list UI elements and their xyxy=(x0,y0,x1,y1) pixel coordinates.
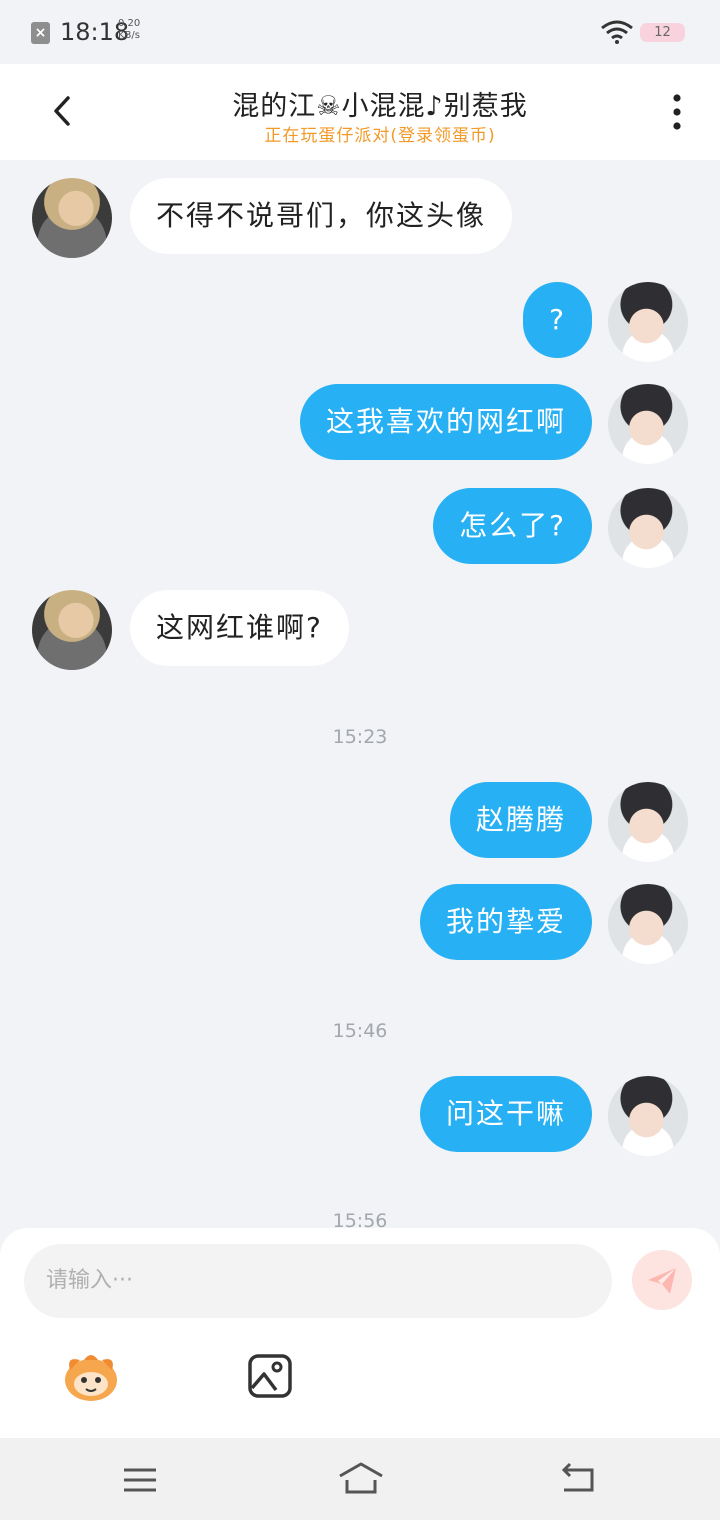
my-avatar[interactable] xyxy=(608,488,688,568)
emoji-sticker-icon[interactable] xyxy=(60,1348,122,1404)
message-bubble-outgoing[interactable]: 这我喜欢的网红啊 xyxy=(299,384,592,460)
my-avatar[interactable] xyxy=(608,1076,688,1156)
menu-icon[interactable] xyxy=(120,1462,160,1498)
no-sim-icon: × xyxy=(31,22,50,44)
my-avatar[interactable] xyxy=(608,282,688,362)
message-timestamp: 15:56 xyxy=(332,1210,388,1230)
back-nav-icon[interactable] xyxy=(558,1462,600,1496)
status-bar: × 18:18 0.20 KB/s 12 xyxy=(0,0,720,64)
message-timestamp: 15:46 xyxy=(332,1020,388,1042)
message-bubble-incoming[interactable]: 这网红谁啊? xyxy=(130,590,349,666)
composer-panel: 请输入··· xyxy=(0,1228,720,1438)
message-bubble-outgoing[interactable]: 我的挚爱 xyxy=(419,884,592,960)
message-list[interactable]: 不得不说哥们，你这头像 ? 这我喜欢的网红啊 怎么了? 这网红谁啊? 15:23… xyxy=(0,160,720,1230)
chat-title: 混的江☠小混混♪别惹我 xyxy=(232,91,528,122)
message-timestamp: 15:23 xyxy=(332,726,388,748)
message-bubble-incoming[interactable]: 不得不说哥们，你这头像 xyxy=(130,178,513,254)
peer-avatar[interactable] xyxy=(32,590,112,670)
network-speed-value: 0.20 xyxy=(118,18,141,29)
home-icon[interactable] xyxy=(336,1458,386,1498)
message-bubble-outgoing[interactable]: 怎么了? xyxy=(433,488,592,564)
chat-status[interactable]: 正在玩蛋仔派对(登录领蛋币) xyxy=(150,121,610,146)
system-nav-bar xyxy=(0,1438,720,1520)
message-bubble-outgoing[interactable]: 问这干嘛 xyxy=(419,1076,592,1152)
my-avatar[interactable] xyxy=(608,884,688,964)
image-icon[interactable] xyxy=(246,1352,294,1400)
message-bubble-outgoing[interactable]: ? xyxy=(523,282,592,358)
message-bubble-outgoing[interactable]: 赵腾腾 xyxy=(449,782,592,858)
wifi-icon xyxy=(601,20,633,44)
back-button[interactable] xyxy=(40,86,86,136)
peer-avatar[interactable] xyxy=(32,178,112,258)
network-speed-unit: KB/s xyxy=(118,30,140,41)
more-vertical-icon[interactable] xyxy=(660,92,694,134)
battery-indicator: 12 xyxy=(640,23,685,42)
my-avatar[interactable] xyxy=(608,384,688,464)
my-avatar[interactable] xyxy=(608,782,688,862)
message-input[interactable]: 请输入··· xyxy=(24,1244,612,1318)
chat-header: 混的江☠小混混♪别惹我 正在玩蛋仔派对(登录领蛋币) xyxy=(0,64,720,160)
network-speed: 0.20 KB/s xyxy=(118,18,140,42)
send-button[interactable] xyxy=(632,1250,692,1310)
